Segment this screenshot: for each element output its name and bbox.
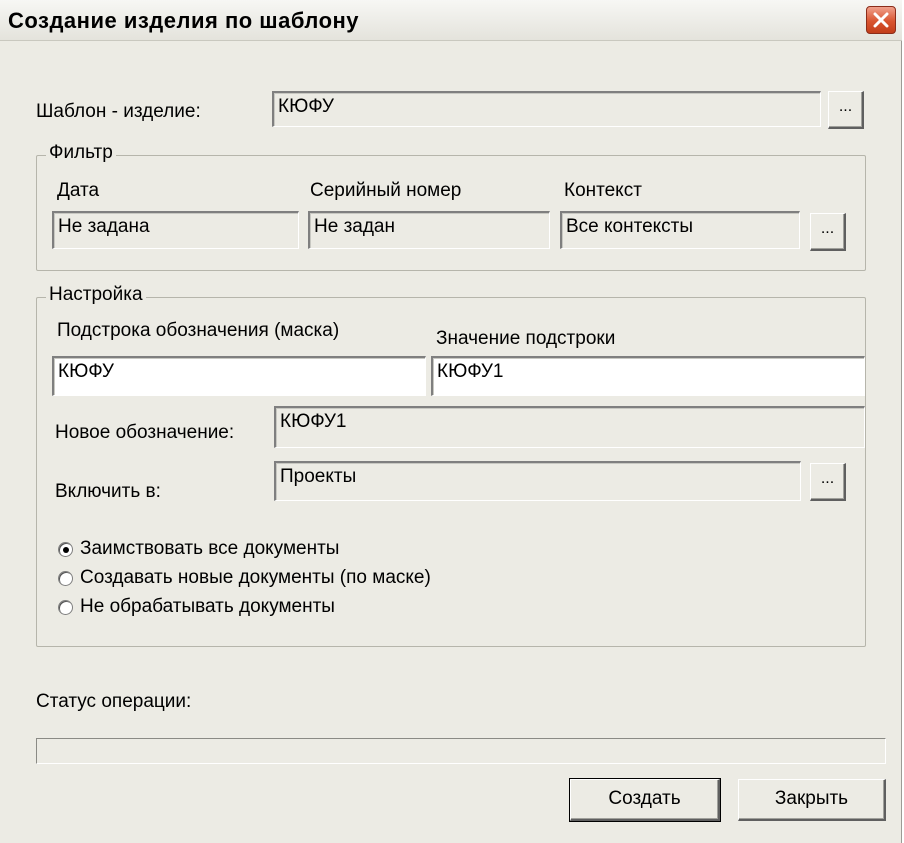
create-button[interactable]: Создать [569,778,721,822]
new-designation-field[interactable]: КЮФУ1 [274,406,865,448]
include-field[interactable]: Проекты [274,461,801,501]
context-field[interactable]: Все контексты [560,211,800,249]
close-button[interactable]: Закрыть [738,779,886,821]
template-label: Шаблон - изделие: [36,101,201,122]
radio-label: Заимствовать все документы [80,538,340,559]
settings-group-title: Настройка [46,284,146,306]
dialog-window: Создание изделия по шаблону Шаблон - изд… [0,0,902,843]
mask-input[interactable]: КЮФУ [52,356,426,396]
mask-label: Подстрока обозначения (маска) [57,320,340,341]
template-browse-button[interactable]: ... [828,91,864,129]
close-icon [873,12,889,28]
radio-label: Не обрабатывать документы [80,596,335,617]
substring-label: Значение подстроки [436,328,616,349]
substring-input[interactable]: КЮФУ1 [431,356,865,396]
serial-label: Серийный номер [310,180,462,201]
window-title: Создание изделия по шаблону [8,8,360,33]
radio-button[interactable] [58,571,73,586]
filter-group-title: Фильтр [46,142,116,164]
context-browse-button[interactable]: ... [810,213,846,251]
include-browse-button[interactable]: ... [810,463,846,501]
template-field[interactable]: КЮФУ [272,91,821,127]
progress-bar [36,738,886,764]
date-label: Дата [57,180,100,201]
status-label: Статус операции: [36,691,192,712]
radio-button[interactable] [58,542,73,557]
include-label: Включить в: [55,481,161,502]
close-window-button[interactable] [866,6,896,34]
radio-selected-dot [63,547,69,553]
radio-label: Создавать новые документы (по маске) [80,567,431,588]
title-bar[interactable]: Создание изделия по шаблону [0,0,902,41]
date-field[interactable]: Не задана [52,211,299,249]
radio-button[interactable] [58,600,73,615]
new-designation-label: Новое обозначение: [55,422,235,443]
serial-field[interactable]: Не задан [308,211,550,249]
context-label: Контекст [564,180,642,201]
